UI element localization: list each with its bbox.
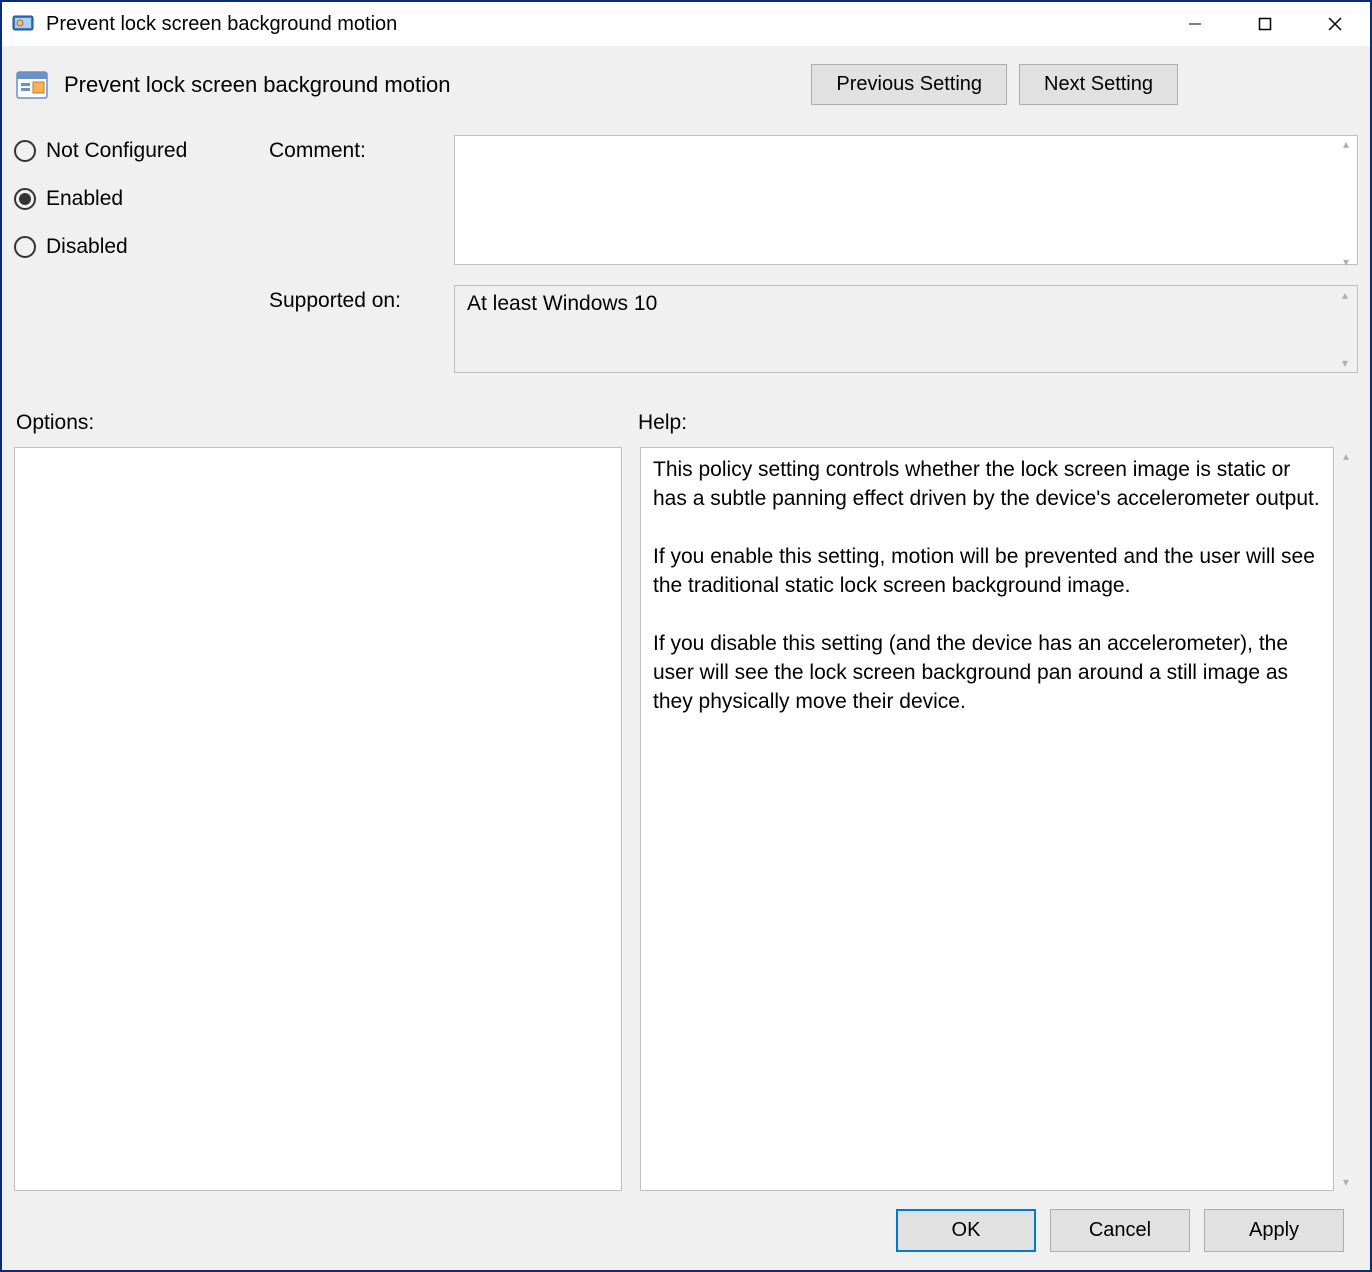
- help-panel: This policy setting controls whether the…: [640, 447, 1334, 1191]
- close-button[interactable]: [1300, 2, 1370, 46]
- window-controls: [1160, 2, 1370, 46]
- comment-input[interactable]: [454, 135, 1358, 265]
- policy-title: Prevent lock screen background motion: [64, 72, 450, 98]
- next-setting-button[interactable]: Next Setting: [1019, 64, 1178, 105]
- header-row: Prevent lock screen background motion Pr…: [14, 64, 1358, 105]
- cancel-button[interactable]: Cancel: [1050, 1209, 1190, 1252]
- window-title: Prevent lock screen background motion: [46, 13, 397, 36]
- config-row: Not Configured Enabled Disabled Comment:…: [14, 135, 1358, 403]
- supported-on-label: Supported on:: [269, 285, 454, 373]
- help-text: This policy setting controls whether the…: [653, 456, 1321, 717]
- radio-circle-icon: [14, 140, 36, 162]
- policy-setting-icon: [14, 67, 50, 103]
- options-panel: [14, 447, 622, 1191]
- app-icon: [10, 11, 36, 37]
- supported-scroll-icon: ▴▾: [1333, 286, 1357, 372]
- radio-circle-icon: [14, 236, 36, 258]
- help-label: Help:: [638, 411, 687, 435]
- supported-on-value: At least Windows 10: [467, 292, 657, 315]
- radio-disabled[interactable]: Disabled: [14, 235, 269, 259]
- supported-on-box: At least Windows 10 ▴▾: [454, 285, 1358, 373]
- radio-enabled[interactable]: Enabled: [14, 187, 269, 211]
- panel-labels: Options: Help:: [14, 411, 1358, 435]
- dialog-window: Prevent lock screen background motion: [0, 0, 1372, 1272]
- options-label: Options:: [16, 411, 638, 435]
- ok-button[interactable]: OK: [896, 1209, 1036, 1252]
- radio-label: Enabled: [46, 187, 123, 211]
- titlebar: Prevent lock screen background motion: [2, 2, 1370, 46]
- panels-row: This policy setting controls whether the…: [14, 447, 1358, 1191]
- radio-label: Not Configured: [46, 139, 187, 163]
- radio-label: Disabled: [46, 235, 128, 259]
- footer: OK Cancel Apply: [14, 1191, 1358, 1258]
- apply-button[interactable]: Apply: [1204, 1209, 1344, 1252]
- state-radio-group: Not Configured Enabled Disabled: [14, 135, 269, 403]
- radio-not-configured[interactable]: Not Configured: [14, 139, 269, 163]
- minimize-button[interactable]: [1160, 2, 1230, 46]
- radio-circle-icon: [14, 188, 36, 210]
- help-scroll-icon: ▴▾: [1334, 447, 1358, 1191]
- previous-setting-button[interactable]: Previous Setting: [811, 64, 1007, 105]
- comment-label: Comment:: [269, 135, 454, 271]
- dialog-body: Prevent lock screen background motion Pr…: [2, 46, 1370, 1270]
- maximize-button[interactable]: [1230, 2, 1300, 46]
